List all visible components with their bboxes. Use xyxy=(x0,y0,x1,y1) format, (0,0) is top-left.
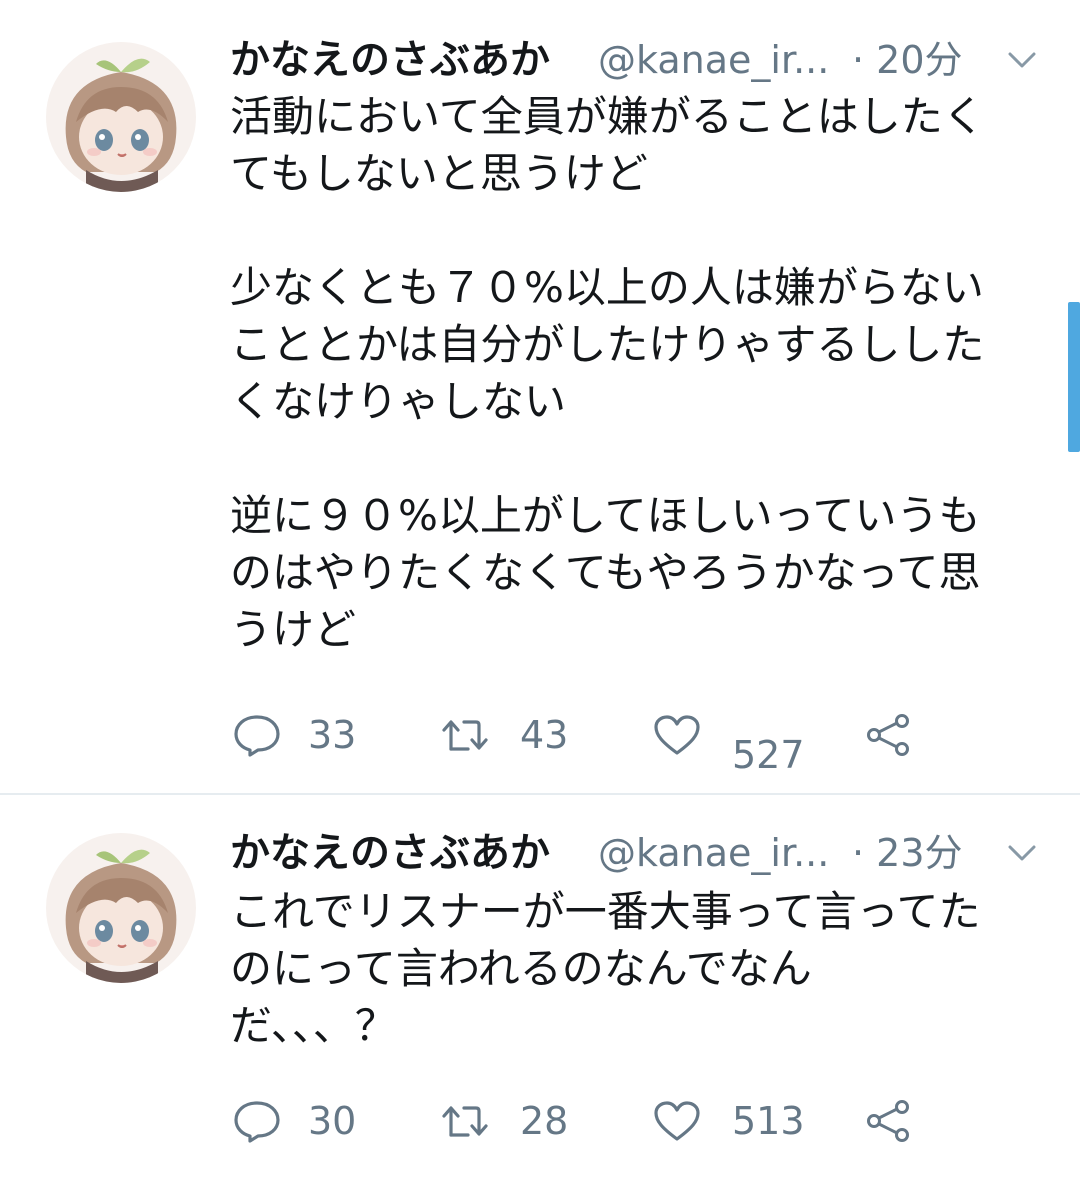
scrollbar[interactable] xyxy=(1068,302,1080,452)
timestamp[interactable]: · 23分 xyxy=(852,825,963,881)
speech-bubble-icon xyxy=(234,1101,280,1143)
tweet[interactable]: かなえのさぶあか @kanae_ir... · 20分 活動において全員が嫌がる… xyxy=(0,0,1080,793)
tweet-text-line: くなけりゃしない xyxy=(230,377,567,426)
avatar[interactable] xyxy=(46,42,196,192)
share-icon xyxy=(867,714,909,756)
tweet-text: 活動において全員が嫌がることはしたく てもしないと思うけど 少なくとも７０%以上… xyxy=(230,88,1060,658)
tweet-text: これでリスナーが一番大事って言ってた のにって言われるのなんでなん だ、、、？ xyxy=(230,883,1060,1054)
user-handle[interactable]: @kanae_ir... xyxy=(598,825,829,881)
reply-count: 33 xyxy=(308,713,357,757)
chevron-down-icon[interactable] xyxy=(1002,40,1042,80)
like-count: 513 xyxy=(732,1099,805,1143)
tweet-header: かなえのさぶあか @kanae_ir... · 23分 xyxy=(230,825,1060,881)
display-name[interactable]: かなえのさぶあか xyxy=(230,32,550,88)
tweet-actions: 30 28 513 xyxy=(232,1091,952,1151)
tweet-text-line: のにって言われるのなんでなん xyxy=(230,944,812,993)
tweet-text-line: 少なくとも７０%以上の人は嫌がらない xyxy=(230,263,984,312)
tweet-actions: 33 43 527 xyxy=(232,705,952,777)
avatar[interactable] xyxy=(46,833,196,983)
user-handle[interactable]: @kanae_ir... xyxy=(598,32,829,88)
reply-count: 30 xyxy=(308,1099,357,1143)
retweet-count: 43 xyxy=(520,713,569,757)
heart-icon xyxy=(654,715,700,755)
like-count: 527 xyxy=(732,733,805,777)
tweet[interactable]: かなえのさぶあか @kanae_ir... · 23分 これでリスナーが一番大事… xyxy=(0,795,1080,1181)
avatar-illustration xyxy=(46,42,196,192)
display-name[interactable]: かなえのさぶあか xyxy=(230,825,550,881)
speech-bubble-icon xyxy=(234,715,280,757)
retweet-arrows-icon xyxy=(442,1106,488,1137)
share-icon xyxy=(867,1100,909,1142)
tweet-text-line: だ、、、？ xyxy=(230,1001,397,1050)
retweet-count: 28 xyxy=(520,1099,569,1143)
tweet-text-line: これでリスナーが一番大事って言ってた xyxy=(230,887,981,936)
tweet-text-line: うけど xyxy=(230,605,357,654)
chevron-down-icon[interactable] xyxy=(1002,833,1042,873)
tweet-text-line: 活動において全員が嫌がることはしたく xyxy=(230,92,985,141)
tweet-text-line: 逆に９０%以上がしてほしいっていうも xyxy=(230,491,981,540)
tweet-text-line: こととかは自分がしたけりゃするしした xyxy=(230,320,985,369)
retweet-arrows-icon xyxy=(442,720,488,751)
heart-icon xyxy=(654,1101,700,1141)
tweet-text-line: てもしないと思うけど xyxy=(230,149,648,198)
tweet-header: かなえのさぶあか @kanae_ir... · 20分 xyxy=(230,32,1060,88)
tweet-text-line: のはやりたくなくてもやろうかなって思 xyxy=(230,548,981,597)
avatar-illustration xyxy=(46,833,196,983)
timestamp[interactable]: · 20分 xyxy=(852,32,963,88)
